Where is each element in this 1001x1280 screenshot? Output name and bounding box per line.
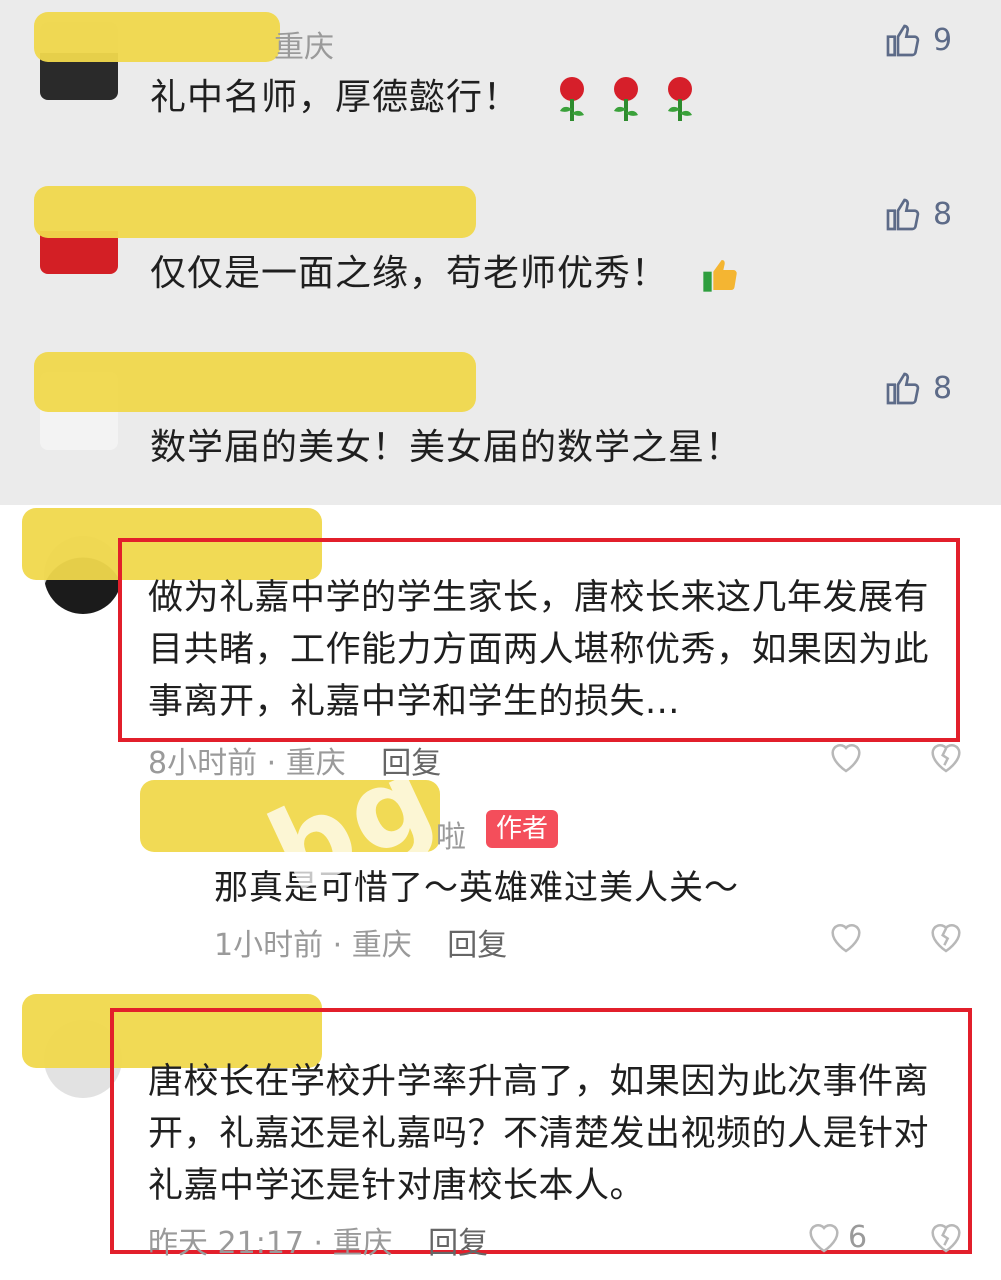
comment-text: 唐校长在学校升学率升高了，如果因为此次事件离 开，礼嘉还是礼嘉吗？不清楚发出视频… [148, 1062, 930, 1206]
like-button[interactable]: 8 [883, 194, 952, 234]
like-count: 8 [933, 370, 953, 406]
thumbs-up-icon [886, 198, 920, 231]
redacted-username [34, 186, 476, 238]
comment-text: 数学届的美女！美女届的数学之星！ [150, 427, 743, 468]
thumbs-up-icon [886, 24, 920, 57]
comment-time: 昨天 21:17 · 重庆 [148, 1226, 393, 1261]
rose-emoji-icon [560, 77, 585, 121]
reply-time: 1小时前 · 重庆 [214, 928, 412, 963]
like-count: 6 [848, 1220, 868, 1255]
redacted-username [34, 12, 280, 62]
like-count: 8 [933, 196, 953, 232]
comment-text: 做为礼嘉中学的学生家长，唐校长来这几年发展有 目共睹，工作能力方面两人堪称优秀，… [148, 578, 930, 722]
heart-icon[interactable] [826, 916, 866, 956]
broken-heart-icon[interactable] [926, 736, 966, 776]
like-button[interactable]: 9 [883, 20, 952, 60]
heart-icon[interactable] [804, 1216, 844, 1256]
comment-meta: 昨天 21:17 · 重庆 回复 [148, 1218, 488, 1262]
rose-emoji-icon [668, 77, 693, 121]
like-count: 9 [933, 22, 953, 58]
broken-heart-icon[interactable] [926, 916, 966, 956]
author-badge: 作者 [486, 810, 559, 848]
redacted-username [34, 352, 476, 412]
comment-city: 重庆 [274, 30, 334, 65]
reply-meta: 1小时前 · 重庆 回复 [214, 920, 507, 964]
broken-heart-icon[interactable] [926, 1216, 966, 1256]
rose-emoji-icon [614, 77, 639, 121]
thumbs-up-icon [886, 372, 920, 405]
reply-button[interactable]: 回复 [428, 1226, 488, 1261]
reply-button[interactable]: 回复 [447, 928, 507, 963]
thumbs-up-emoji-icon [703, 260, 738, 292]
comment-text: 礼中名师，厚德懿行！ [150, 68, 700, 123]
heart-icon[interactable] [826, 736, 866, 776]
like-button[interactable]: 8 [883, 368, 952, 408]
comment-text: 仅仅是一面之缘，苟老师优秀！ [150, 244, 740, 299]
